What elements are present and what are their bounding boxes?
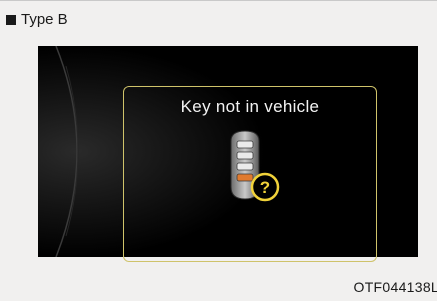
figure-code: OTF044138L: [353, 279, 437, 295]
smart-key-question-icon: ?: [230, 130, 280, 202]
svg-text:?: ?: [260, 178, 270, 197]
warning-message: Key not in vehicle: [180, 97, 320, 116]
warning-popup: Key not in vehicle ?: [123, 86, 377, 262]
cluster-display: Key not in vehicle ?: [38, 46, 418, 262]
section-label: Type B: [6, 11, 68, 28]
section-label-text: Type B: [21, 11, 68, 28]
square-bullet-icon: [6, 14, 16, 25]
manual-figure: Type B Key not in vehicle ? OTF044138L: [0, 0, 437, 301]
